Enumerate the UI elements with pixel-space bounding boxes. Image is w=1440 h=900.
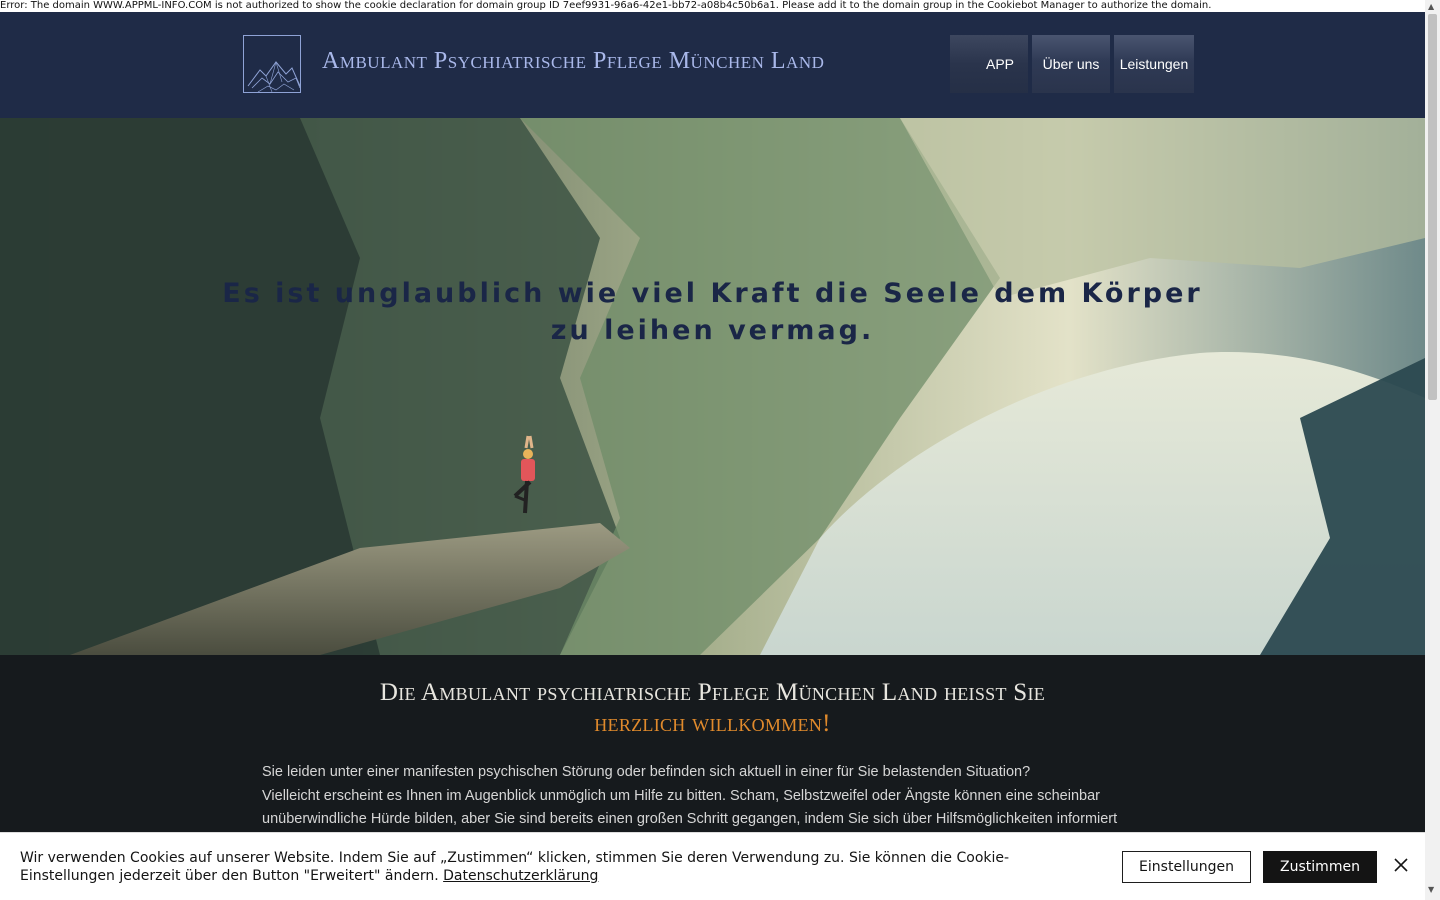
hero-background-image [0,118,1425,655]
site-header: Ambulant Psychiatrische Pflege München L… [0,12,1425,118]
welcome-heading-line1: Die Ambulant psychiatrische Pflege Münch… [379,679,1046,706]
scroll-down-arrow-icon[interactable]: ▼ [1428,885,1434,894]
welcome-paragraph: Sie leiden unter einer manifesten psychi… [262,761,1162,832]
hero-section: Es ist unglaublich wie viel Kraft die Se… [0,118,1425,655]
site-title[interactable]: Ambulant Psychiatrische Pflege München L… [322,48,824,75]
cookie-accept-button[interactable]: Zustimmen [1263,851,1377,883]
welcome-heading: Die Ambulant psychiatrische Pflege Münch… [200,677,1225,739]
site-logo[interactable] [243,35,301,93]
page-scrollbar[interactable]: ▲ ▼ [1425,0,1440,900]
main-navigation: APP Über uns Leistungen [950,35,1194,93]
cookie-consent-banner: Wir verwenden Cookies auf unserer Websit… [0,832,1425,900]
welcome-paragraph-line1: Sie leiden unter einer manifesten psychi… [262,764,1031,780]
nav-item-app[interactable]: APP [950,35,1028,93]
privacy-policy-link[interactable]: Datenschutzerklärung [443,868,598,884]
welcome-heading-line2: herzlich willkommen! [594,710,831,737]
cookie-settings-button[interactable]: Einstellungen [1122,851,1251,883]
welcome-paragraph-line3: unüberwindliche Hürde bilden, aber Sie s… [262,811,1118,827]
scroll-up-arrow-icon[interactable]: ▲ [1428,2,1434,11]
nav-item-ueber-uns[interactable]: Über uns [1032,35,1110,93]
cookiebot-error-message: Error: The domain WWW.APPML-INFO.COM is … [0,0,1425,12]
hero-quote: Es ist unglaublich wie viel Kraft die Se… [222,278,1203,346]
mountain-logo-icon [247,61,301,93]
close-icon[interactable] [1391,855,1411,875]
scrollbar-thumb[interactable] [1428,14,1437,400]
nav-item-leistungen[interactable]: Leistungen [1114,35,1194,93]
cookie-message: Wir verwenden Cookies auf unserer Websit… [20,849,1040,885]
welcome-paragraph-line2: Vielleicht erscheint es Ihnen im Augenbl… [262,787,1100,804]
